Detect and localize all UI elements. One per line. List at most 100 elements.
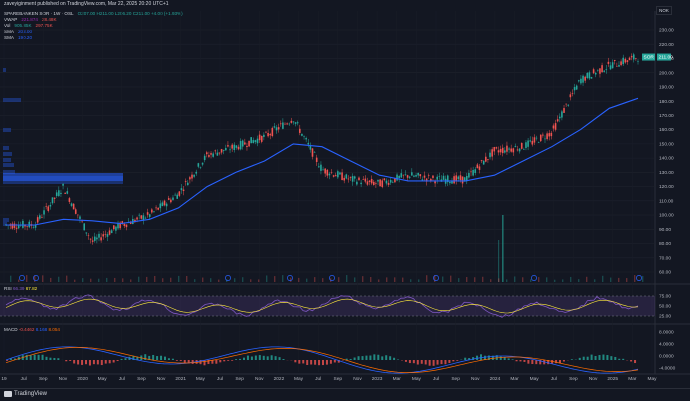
time-axis-label: Mar	[510, 376, 519, 382]
candle-body	[187, 183, 189, 185]
candle-body	[214, 150, 216, 151]
volume-profile-bar	[3, 218, 9, 222]
candle-body	[557, 119, 559, 121]
time-axis-label: Jul	[315, 376, 321, 382]
candle-body	[250, 137, 252, 143]
candle-body	[58, 190, 60, 196]
candle-body	[316, 158, 318, 162]
macd-value-2: 8.168	[36, 327, 48, 332]
candle-body	[339, 173, 341, 175]
macd-histogram-bar	[365, 356, 367, 360]
macd-histogram-bar	[49, 358, 51, 360]
candle-body	[126, 225, 128, 228]
candle-body	[559, 117, 561, 119]
volume-profile-bar	[3, 146, 9, 150]
candle-body	[66, 191, 68, 194]
volume-profile-bar	[3, 128, 11, 132]
candle-body	[346, 174, 348, 178]
candle-body	[493, 147, 495, 151]
candle-body	[610, 65, 612, 69]
candle-body	[618, 65, 620, 67]
volume-bar	[186, 276, 187, 282]
candle-body	[371, 179, 373, 183]
macd-histogram-bar	[30, 355, 32, 360]
candle-body	[625, 59, 627, 63]
candle-body	[386, 181, 388, 184]
volume-bar	[570, 277, 571, 282]
time-axis-label: 2020	[77, 376, 88, 382]
macd-histogram-bar	[156, 356, 158, 360]
time-axis-label: Sep	[334, 376, 343, 382]
time-axis-label: May	[530, 376, 540, 382]
candle-body	[242, 140, 244, 146]
candle-body	[200, 167, 202, 168]
macd-histogram-bar	[89, 360, 91, 366]
candle-body	[512, 148, 514, 152]
volume-bar	[498, 278, 499, 282]
macd-histogram-bar	[350, 359, 352, 360]
macd-histogram-bar	[634, 360, 636, 363]
sma-slow-line	[6, 98, 638, 225]
time-axis-label: May	[412, 376, 422, 382]
volume-spike-bar	[502, 215, 504, 282]
candle-body	[140, 215, 142, 218]
macd-histogram-bar	[369, 356, 371, 360]
candle-body	[500, 149, 502, 152]
macd-histogram-bar	[452, 360, 454, 361]
candle-body	[71, 203, 73, 205]
price-axis-label: 130.00	[659, 170, 674, 176]
candle-body	[329, 174, 331, 176]
price-axis-label: 70.00	[659, 255, 671, 261]
macd-histogram-bar	[121, 359, 123, 360]
candle-body	[358, 178, 360, 181]
candle-body	[529, 140, 531, 141]
macd-histogram-bar	[176, 360, 178, 361]
candle-body	[599, 68, 601, 73]
macd-histogram-bar	[389, 356, 391, 360]
candle-body	[405, 174, 407, 175]
macd-histogram-bar	[413, 360, 415, 363]
volume-bar	[202, 278, 203, 282]
price-axis-label: 110.00	[659, 198, 674, 204]
volume-bar	[250, 279, 251, 282]
candle-body	[73, 204, 75, 210]
macd-histogram-bar	[523, 360, 525, 362]
macd-histogram-bar	[109, 360, 111, 363]
macd-label[interactable]: MACD	[4, 327, 18, 332]
macd-histogram-bar	[362, 356, 364, 360]
tradingview-logo[interactable]: TradingView	[4, 391, 47, 397]
volume-profile-bar	[3, 68, 6, 72]
candle-body	[111, 230, 113, 233]
macd-histogram-bar	[535, 360, 537, 364]
candle-body	[453, 176, 455, 183]
candle-body	[540, 135, 542, 141]
candle-body	[18, 225, 20, 228]
volume-bar	[154, 276, 155, 282]
candle-body	[278, 127, 280, 129]
candle-body	[542, 135, 544, 136]
volume-profile-bar	[3, 98, 21, 102]
candle-body	[502, 148, 504, 153]
macd-value-3: 8.054	[48, 327, 60, 332]
candle-body	[208, 155, 210, 157]
rsi-axis-label: 25.00	[659, 314, 671, 320]
rsi-value-2: 67.82	[26, 286, 38, 291]
candle-body	[233, 145, 235, 150]
candle-body	[310, 146, 312, 150]
candle-body	[629, 58, 631, 60]
candle-body	[411, 172, 413, 175]
macd-histogram-bar	[271, 355, 273, 360]
volume-bar	[194, 279, 195, 282]
candle-body	[415, 175, 417, 177]
candle-body	[37, 217, 39, 222]
chart-canvas[interactable]: 230.00220.00210.00200.00190.00180.00170.…	[0, 0, 690, 400]
candle-body	[193, 175, 195, 177]
candle-body	[567, 105, 569, 106]
candle-body	[597, 70, 599, 71]
rsi-label[interactable]: RSI	[4, 286, 12, 291]
macd-histogram-bar	[42, 355, 44, 360]
volume-bar	[610, 278, 611, 282]
candle-body	[322, 170, 324, 171]
volume-bar	[322, 278, 323, 282]
candle-body	[377, 180, 379, 182]
